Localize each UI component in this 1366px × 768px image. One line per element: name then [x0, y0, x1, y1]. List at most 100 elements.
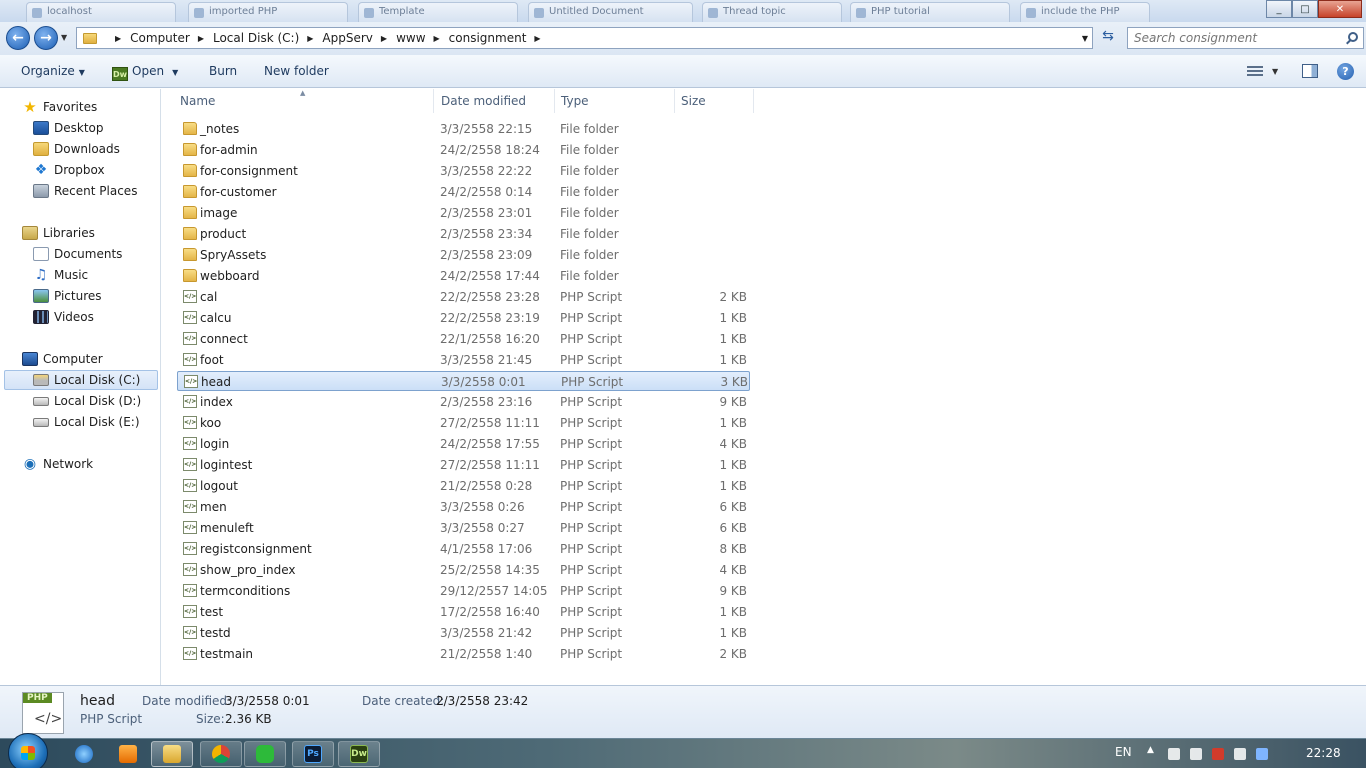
taskbar-windows-explorer[interactable]: [151, 741, 193, 767]
background-tab[interactable]: PHP tutorial: [850, 2, 1010, 22]
breadcrumb-chevron-icon[interactable]: ▶: [198, 34, 204, 43]
background-tab[interactable]: Template: [358, 2, 518, 22]
file-row[interactable]: test 17/2/2558 16:40 PHP Script 1 KB: [177, 602, 750, 622]
breadcrumb-chevron-icon[interactable]: ▶: [381, 34, 387, 43]
preview-pane-icon[interactable]: [1302, 64, 1318, 78]
file-row[interactable]: product 2/3/2558 23:34 File folder: [177, 224, 750, 244]
action-center-flag-icon[interactable]: [1190, 748, 1202, 760]
language-indicator[interactable]: EN: [1115, 745, 1132, 759]
code-icon: </>: [34, 711, 63, 727]
address-bar[interactable]: ▶ Computer ▶ Local Disk (C:) ▶ AppServ ▶ www ▶ c…: [76, 27, 1093, 49]
nav-libraries[interactable]: Libraries: [22, 223, 180, 243]
file-row[interactable]: registconsignment 4/1/2558 17:06 PHP Scrip…: [177, 539, 750, 559]
help-icon[interactable]: ?: [1337, 63, 1354, 80]
file-row[interactable]: _notes 3/3/2558 22:15 File folder: [177, 119, 750, 139]
background-tab[interactable]: imported PHP: [188, 2, 348, 22]
address-history-dropdown[interactable]: ▼: [1082, 34, 1088, 43]
nav-computer[interactable]: Computer: [22, 349, 180, 369]
file-row[interactable]: termconditions 29/12/2557 14:05 PHP Script…: [177, 581, 750, 601]
view-options-dropdown[interactable]: ▼: [1272, 67, 1278, 76]
file-row[interactable]: image 2/3/2558 23:01 File folder: [177, 203, 750, 223]
file-name: men: [200, 500, 227, 514]
file-date-modified: 24/2/2558 18:24: [440, 143, 540, 157]
show-hidden-icons-icon[interactable]: ▲: [1147, 745, 1154, 755]
nav-local-disk-c[interactable]: Local Disk (C:): [4, 370, 158, 390]
taskbar-dreamweaver[interactable]: Dw: [338, 741, 380, 767]
file-row[interactable]: index 2/3/2558 23:16 PHP Script 9 KB: [177, 392, 750, 412]
file-row[interactable]: koo 27/2/2558 11:11 PHP Script 1 KB: [177, 413, 750, 433]
forward-button[interactable]: →: [34, 26, 58, 50]
nav-favorites[interactable]: ★ Favorites: [22, 97, 180, 117]
taskbar-chrome[interactable]: [200, 741, 242, 767]
breadcrumb-item[interactable]: www: [396, 31, 425, 45]
computer-icon: [22, 352, 38, 366]
background-tab[interactable]: include the PHP: [1020, 2, 1150, 22]
search-input[interactable]: [1127, 27, 1364, 49]
file-row[interactable]: for-customer 24/2/2558 0:14 File folder: [177, 182, 750, 202]
folder-icon: [183, 185, 197, 198]
back-button[interactable]: ←: [6, 26, 30, 50]
taskbar-photoshop[interactable]: Ps: [292, 741, 334, 767]
volume-muted-icon[interactable]: [1212, 748, 1224, 760]
recent-pages-dropdown[interactable]: ▼: [61, 33, 67, 42]
minimize-button[interactable]: _: [1266, 0, 1292, 18]
nav-network[interactable]: ◉ Network: [22, 454, 180, 474]
breadcrumb-chevron-icon[interactable]: ▶: [434, 34, 440, 43]
file-row[interactable]: login 24/2/2558 17:55 PHP Script 4 KB: [177, 434, 750, 454]
taskbar-internet-explorer[interactable]: [63, 741, 105, 767]
file-row[interactable]: connect 22/1/2558 16:20 PHP Script 1 KB: [177, 329, 750, 349]
background-tab[interactable]: Thread topic: [702, 2, 842, 22]
file-row[interactable]: webboard 24/2/2558 17:44 File folder: [177, 266, 750, 286]
breadcrumb-chevron-icon[interactable]: ▶: [115, 34, 121, 43]
network-signal-icon[interactable]: [1234, 748, 1246, 760]
file-row[interactable]: logout 21/2/2558 0:28 PHP Script 1 KB: [177, 476, 750, 496]
dreamweaver-icon: Dw: [112, 67, 128, 81]
file-row[interactable]: testmain 21/2/2558 1:40 PHP Script 2 KB: [177, 644, 750, 664]
nav-label: Libraries: [43, 226, 95, 240]
column-header-size[interactable]: Size: [675, 89, 754, 113]
column-header-type[interactable]: Type: [555, 89, 675, 113]
breadcrumb-item[interactable]: Local Disk (C:): [213, 31, 299, 45]
file-date-modified: 3/3/2558 0:27: [440, 521, 525, 535]
maximize-button[interactable]: □: [1292, 0, 1318, 18]
taskbar-line[interactable]: [244, 741, 286, 767]
breadcrumb-chevron-icon[interactable]: ▶: [534, 34, 540, 43]
device-icon[interactable]: [1168, 748, 1180, 760]
breadcrumb-item[interactable]: consignment: [449, 31, 527, 45]
change-view-icon[interactable]: [1247, 66, 1263, 78]
file-row[interactable]: men 3/3/2558 0:26 PHP Script 6 KB: [177, 497, 750, 517]
organize-button[interactable]: Organize ▼: [21, 64, 85, 78]
breadcrumb-item[interactable]: AppServ: [322, 31, 372, 45]
file-name: foot: [200, 353, 224, 367]
file-row[interactable]: menuleft 3/3/2558 0:27 PHP Script 6 KB: [177, 518, 750, 538]
file-row[interactable]: SpryAssets 2/3/2558 23:09 File folder: [177, 245, 750, 265]
file-row[interactable]: logintest 27/2/2558 11:11 PHP Script 1 KB: [177, 455, 750, 475]
file-size: 1 KB: [719, 332, 747, 346]
background-tab[interactable]: Untitled Document: [528, 2, 693, 22]
nav-label: Desktop: [54, 121, 104, 135]
file-row[interactable]: calcu 22/2/2558 23:19 PHP Script 1 KB: [177, 308, 750, 328]
file-row[interactable]: for-admin 24/2/2558 18:24 File folder: [177, 140, 750, 160]
open-button[interactable]: Dw Open ▼: [112, 64, 178, 81]
close-button[interactable]: ✕: [1318, 0, 1362, 18]
file-name: logout: [200, 479, 238, 493]
refresh-icon[interactable]: ⇆: [1097, 28, 1119, 48]
start-button[interactable]: [8, 733, 48, 768]
file-row[interactable]: testd 3/3/2558 21:42 PHP Script 1 KB: [177, 623, 750, 643]
breadcrumb-chevron-icon[interactable]: ▶: [307, 34, 313, 43]
file-row[interactable]: head 3/3/2558 0:01 PHP Script 3 KB: [177, 371, 750, 391]
search-icon[interactable]: [1348, 32, 1358, 42]
file-row[interactable]: for-consignment 3/3/2558 22:22 File folder: [177, 161, 750, 181]
clock[interactable]: 22:28: [1306, 746, 1341, 760]
file-row[interactable]: show_pro_index 25/2/2558 14:35 PHP Script 4…: [177, 560, 750, 580]
burn-button[interactable]: Burn: [209, 64, 237, 78]
file-row[interactable]: foot 3/3/2558 21:45 PHP Script 1 KB: [177, 350, 750, 370]
new-folder-button[interactable]: New folder: [264, 64, 329, 78]
taskbar-media-player[interactable]: [107, 741, 149, 767]
background-tab[interactable]: localhost: [26, 2, 176, 22]
dropbox-tray-icon[interactable]: [1256, 748, 1268, 760]
breadcrumb-item[interactable]: Computer: [130, 31, 190, 45]
php-file-icon: [183, 479, 197, 492]
file-row[interactable]: cal 22/2/2558 23:28 PHP Script 2 KB: [177, 287, 750, 307]
column-header-date-modified[interactable]: Date modified: [435, 89, 555, 113]
